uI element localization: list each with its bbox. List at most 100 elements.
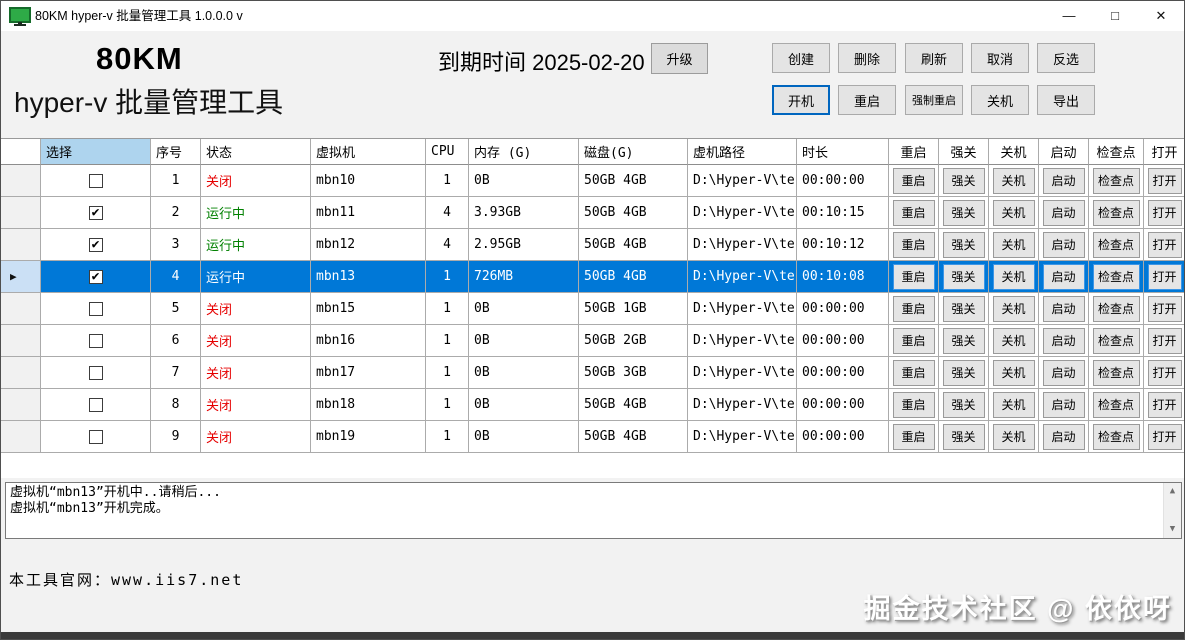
force-restart-button[interactable]: 强制重启 [905,85,963,115]
row-open-button[interactable]: 打开 [1147,391,1182,418]
row-select-checkbox[interactable] [88,365,103,380]
row-checkpoint-button[interactable]: 检查点 [1092,359,1140,386]
delete-button[interactable]: 删除 [838,43,896,73]
table-row[interactable]: 1关闭mbn1010B50GB 4GBD:\Hyper-V\tes...00:0… [1,165,1184,197]
row-select-checkbox[interactable]: ✔ [88,205,103,220]
row-select-checkbox[interactable] [88,397,103,412]
minimize-button[interactable]: — [1046,1,1092,31]
table-row[interactable]: 5关闭mbn1510B50GB 1GBD:\Hyper-V\tes...00:0… [1,293,1184,325]
cancel-button[interactable]: 取消 [971,43,1029,73]
export-button[interactable]: 导出 [1037,85,1095,115]
row-restart-button[interactable]: 重启 [892,359,935,386]
power-on-button[interactable]: 开机 [772,85,830,115]
row-forceoff-button[interactable]: 强关 [942,391,985,418]
table-row[interactable]: ▶ ✔ 4运行中mbn131726MB50GB 4GBD:\Hyper-V\tes.… [1,261,1184,293]
row-select-checkbox[interactable]: ✔ [88,237,103,252]
row-shutdown-button[interactable]: 关机 [992,295,1035,322]
table-row[interactable]: 6关闭mbn1610B50GB 2GBD:\Hyper-V\tes...00:0… [1,325,1184,357]
table-row[interactable]: 7关闭mbn1710B50GB 3GBD:\Hyper-V\tes...00:0… [1,357,1184,389]
scroll-down-icon[interactable]: ▼ [1164,521,1181,538]
row-open-button[interactable]: 打开 [1147,199,1182,226]
row-checkpoint-button[interactable]: 检查点 [1092,263,1140,290]
row-checkpoint-button[interactable]: 检查点 [1092,199,1140,226]
column-header-index[interactable]: 序号 [151,139,201,165]
column-header-vm[interactable]: 虚拟机 [311,139,426,165]
row-forceoff-button[interactable]: 强关 [942,167,985,194]
column-header-memory[interactable]: 内存 (G) [469,139,579,165]
row-select-checkbox[interactable] [88,301,103,316]
log-textarea[interactable]: 虚拟机“mbn13”开机中..请稍后... 虚拟机“mbn13”开机完成。 ▲ … [5,482,1182,539]
restart-button[interactable]: 重启 [838,85,896,115]
table-row[interactable]: ✔ 3运行中mbn1242.95GB50GB 4GBD:\Hyper-V\tes.… [1,229,1184,261]
row-forceoff-button[interactable]: 强关 [942,263,985,290]
column-header-restart[interactable]: 重启 [889,139,939,165]
row-checkpoint-button[interactable]: 检查点 [1092,295,1140,322]
column-header-cpu[interactable]: CPU [426,139,469,165]
column-header-open[interactable]: 打开 [1144,139,1184,165]
row-shutdown-button[interactable]: 关机 [992,167,1035,194]
row-select-checkbox[interactable]: ✔ [88,269,103,284]
table-row[interactable]: 8关闭mbn1810B50GB 4GBD:\Hyper-V\tes...00:0… [1,389,1184,421]
table-row[interactable]: 9关闭mbn1910B50GB 4GBD:\Hyper-V\tes...00:0… [1,421,1184,453]
shutdown-button[interactable]: 关机 [971,85,1029,115]
row-select-checkbox[interactable] [88,333,103,348]
row-shutdown-button[interactable]: 关机 [992,327,1035,354]
row-start-button[interactable]: 启动 [1042,199,1085,226]
scroll-up-icon[interactable]: ▲ [1164,483,1181,500]
row-restart-button[interactable]: 重启 [892,231,935,258]
row-restart-button[interactable]: 重启 [892,199,935,226]
row-checkpoint-button[interactable]: 检查点 [1092,391,1140,418]
row-start-button[interactable]: 启动 [1042,423,1085,450]
row-shutdown-button[interactable]: 关机 [992,359,1035,386]
row-shutdown-button[interactable]: 关机 [992,199,1035,226]
row-forceoff-button[interactable]: 强关 [942,327,985,354]
row-restart-button[interactable]: 重启 [892,391,935,418]
row-start-button[interactable]: 启动 [1042,231,1085,258]
row-shutdown-button[interactable]: 关机 [992,231,1035,258]
column-header-disk[interactable]: 磁盘(G) [579,139,688,165]
column-header-select[interactable]: 选择 [41,139,151,165]
row-checkpoint-button[interactable]: 检查点 [1092,167,1140,194]
refresh-button[interactable]: 刷新 [905,43,963,73]
row-start-button[interactable]: 启动 [1042,359,1085,386]
upgrade-button[interactable]: 升级 [651,43,708,74]
row-shutdown-button[interactable]: 关机 [992,263,1035,290]
column-header-status[interactable]: 状态 [201,139,311,165]
row-open-button[interactable]: 打开 [1147,263,1182,290]
row-open-button[interactable]: 打开 [1147,231,1182,258]
row-forceoff-button[interactable]: 强关 [942,359,985,386]
create-button[interactable]: 创建 [772,43,830,73]
column-header-start[interactable]: 启动 [1039,139,1089,165]
row-restart-button[interactable]: 重启 [892,167,935,194]
close-button[interactable]: ✕ [1138,1,1184,31]
row-start-button[interactable]: 启动 [1042,391,1085,418]
column-header-path[interactable]: 虚机路径 [688,139,797,165]
row-restart-button[interactable]: 重启 [892,263,935,290]
row-checkpoint-button[interactable]: 检查点 [1092,231,1140,258]
row-open-button[interactable]: 打开 [1147,295,1182,322]
row-forceoff-button[interactable]: 强关 [942,295,985,322]
row-start-button[interactable]: 启动 [1042,295,1085,322]
column-header-shutdown[interactable]: 关机 [989,139,1039,165]
row-restart-button[interactable]: 重启 [892,327,935,354]
row-shutdown-button[interactable]: 关机 [992,423,1035,450]
row-open-button[interactable]: 打开 [1147,359,1182,386]
invert-select-button[interactable]: 反选 [1037,43,1095,73]
column-header-duration[interactable]: 时长 [797,139,889,165]
column-header-checkpoint[interactable]: 检查点 [1089,139,1144,165]
row-select-checkbox[interactable] [88,173,103,188]
row-start-button[interactable]: 启动 [1042,327,1085,354]
row-open-button[interactable]: 打开 [1147,327,1182,354]
row-select-checkbox[interactable] [88,429,103,444]
row-start-button[interactable]: 启动 [1042,167,1085,194]
row-checkpoint-button[interactable]: 检查点 [1092,327,1140,354]
log-scrollbar[interactable]: ▲ ▼ [1163,483,1181,538]
row-forceoff-button[interactable]: 强关 [942,199,985,226]
row-checkpoint-button[interactable]: 检查点 [1092,423,1140,450]
row-start-button[interactable]: 启动 [1042,263,1085,290]
table-row[interactable]: ✔ 2运行中mbn1143.93GB50GB 4GBD:\Hyper-V\tes.… [1,197,1184,229]
row-open-button[interactable]: 打开 [1147,423,1182,450]
row-restart-button[interactable]: 重启 [892,295,935,322]
maximize-button[interactable]: □ [1092,1,1138,31]
row-forceoff-button[interactable]: 强关 [942,231,985,258]
